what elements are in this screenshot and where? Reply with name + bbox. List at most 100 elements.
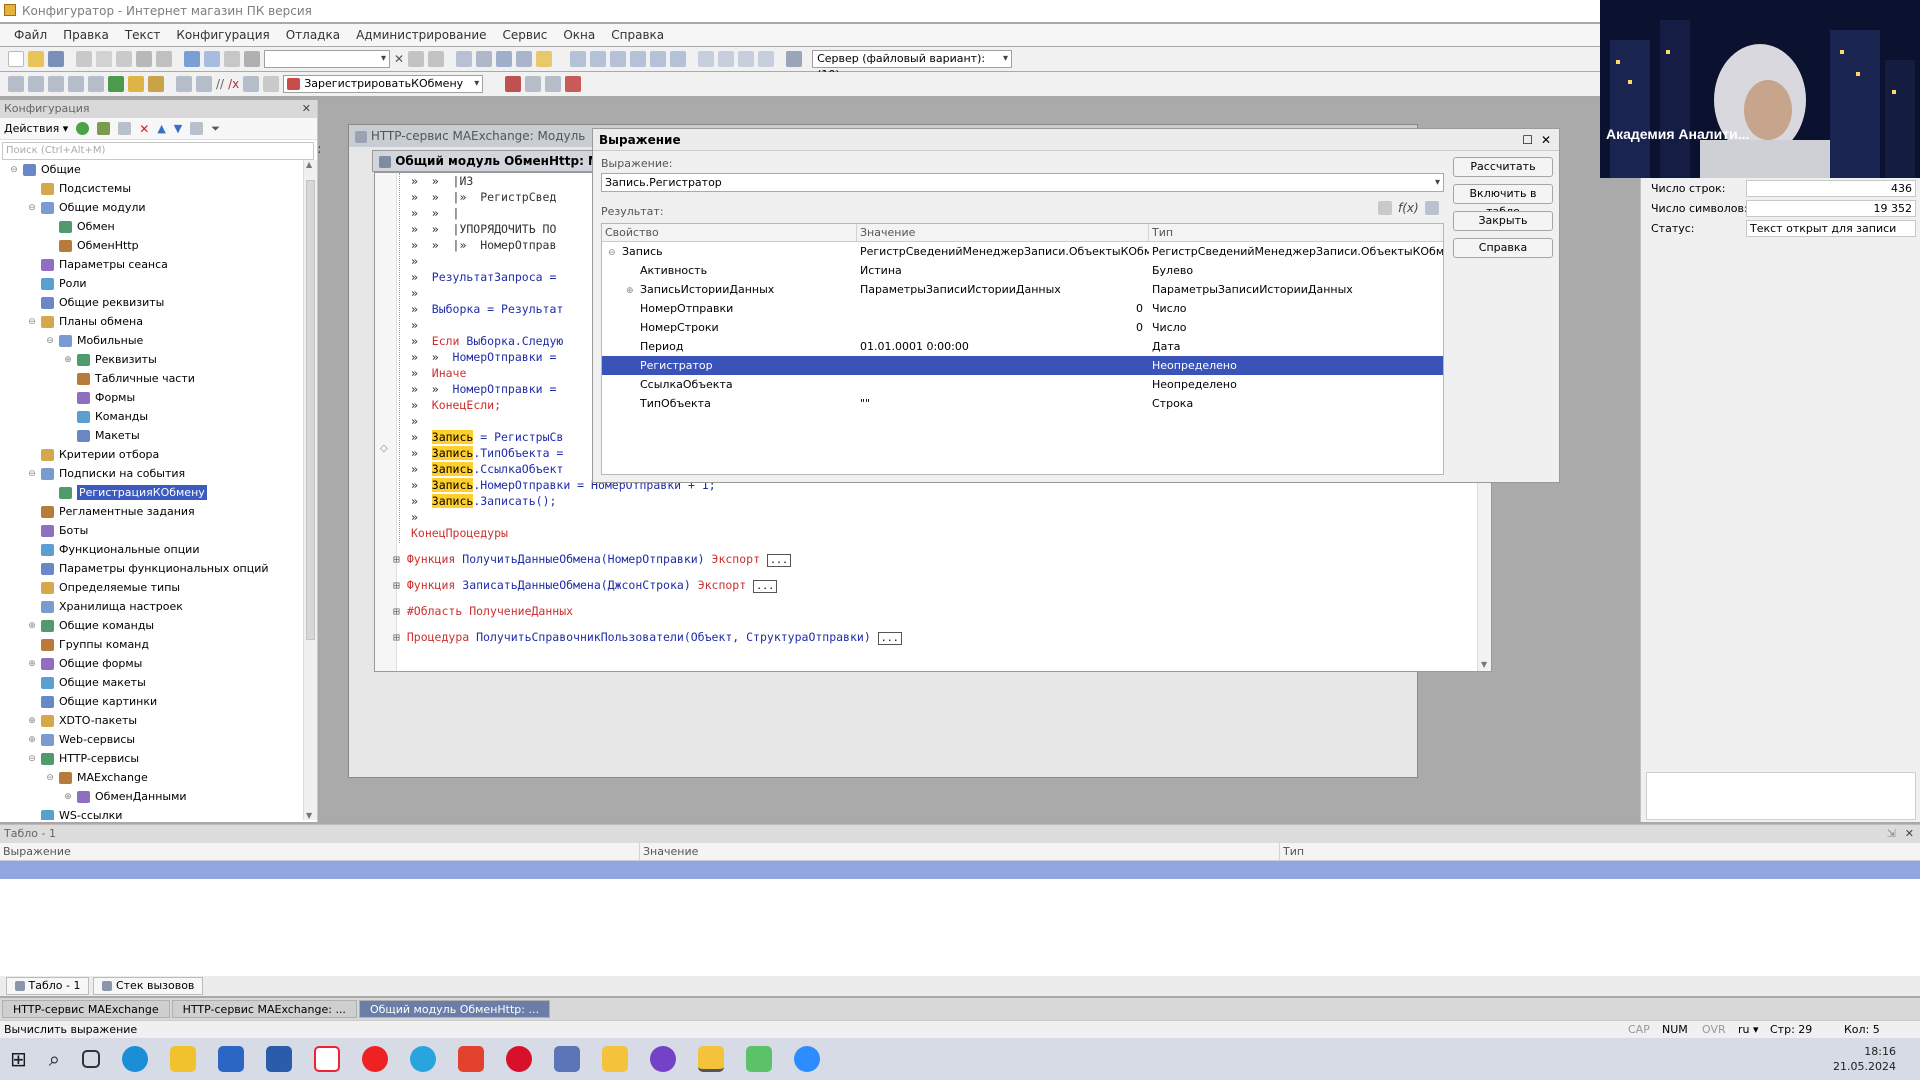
debug-start-icon[interactable] [570, 51, 587, 67]
dialog-close-icon[interactable]: ✕ [1541, 129, 1551, 151]
collapse-icon[interactable]: ⊖ [44, 335, 56, 347]
edit-icon[interactable] [97, 122, 111, 135]
result-row[interactable]: ⊕ ЗаписьИсторииДанных ПараметрыЗаписиИстор… [602, 280, 1443, 299]
folded-block-marker[interactable]: ... [753, 580, 778, 593]
opera-icon[interactable] [505, 1046, 532, 1072]
tree-item[interactable]: Роли [0, 274, 300, 293]
menu-item-3[interactable]: Конфигурация [176, 28, 269, 42]
tree-item[interactable]: ⊖ Мобильные [0, 331, 300, 350]
tree-item[interactable]: Команды [0, 407, 300, 426]
cut-icon[interactable] [76, 51, 92, 67]
column-value[interactable]: Значение [857, 224, 1149, 241]
expand-icon[interactable]: ⊕ [26, 734, 38, 746]
code-line[interactable]: КонецПроцедуры [411, 525, 716, 541]
tree-item[interactable]: ⊕ Общие формы [0, 654, 300, 673]
tablo-row[interactable] [0, 861, 1920, 879]
mail-icon[interactable] [265, 1046, 292, 1072]
tree-scrollbar[interactable]: ▲ ▼ [303, 160, 317, 820]
info-icon[interactable] [536, 51, 553, 67]
windows-start-icon[interactable]: ⊞ [10, 1047, 27, 1071]
tree-item[interactable]: Табличные части [0, 369, 300, 388]
tree-item[interactable]: Общие макеты [0, 673, 300, 692]
result-row[interactable]: СсылкаОбъекта Неопределено [602, 375, 1443, 394]
expand-icon[interactable]: ⊕ [62, 354, 74, 366]
server-combo[interactable]: Сервер (файловый вариант): (10) [812, 50, 1013, 81]
redo-icon[interactable] [204, 51, 220, 67]
tree-item[interactable]: ⊕ Реквизиты [0, 350, 300, 369]
result-row[interactable]: ⊖ Запись РегистрСведенийМенеджерЗаписи.Объ… [602, 242, 1443, 261]
tree-item[interactable]: ⊖ MAExchange [0, 768, 300, 787]
function-icon[interactable]: f(x) [1398, 201, 1419, 215]
tablo-column-type[interactable]: Тип [1280, 843, 1920, 860]
discord-icon[interactable] [649, 1046, 676, 1072]
panel-icon[interactable] [698, 51, 715, 67]
window-tab-common-module[interactable]: Общий модуль ОбменHttp: ... [358, 1000, 550, 1018]
expand-icon[interactable]: ⊕ [62, 791, 74, 803]
config-search-input[interactable]: Поиск (Ctrl+Alt+M) ✕ [2, 142, 327, 160]
table-icon[interactable] [68, 76, 84, 92]
close-icon[interactable]: ✕ [302, 100, 311, 118]
comment-icon[interactable]: // [216, 77, 224, 91]
tree-item[interactable]: ⊖ Планы обмена [0, 312, 300, 331]
module-icon[interactable] [496, 51, 513, 67]
code-folded-block[interactable]: ⊞ Функция ПолучитьДанныеОбмена(НомерОтпр… [393, 551, 902, 577]
clear-icon[interactable]: ✕ [394, 52, 404, 66]
add-to-tablo-button[interactable]: Включить в табло [1453, 184, 1553, 218]
collapse-icon[interactable]: ⊖ [26, 316, 38, 328]
tab-tablo[interactable]: Табло - 1 [6, 977, 90, 995]
tablo-column-expression[interactable]: Выражение [0, 843, 640, 860]
maximize-icon[interactable]: ☐ [1522, 129, 1533, 151]
result-row[interactable]: ТипОбъекта "" Строка [602, 394, 1443, 413]
code-functions[interactable]: ⊞ Функция ПолучитьДанныеОбмена(НомерОтпр… [393, 551, 902, 655]
list-icon[interactable] [8, 76, 24, 92]
code-line[interactable]: » [411, 509, 716, 525]
tree-item[interactable]: Параметры сеанса [0, 255, 300, 274]
breakpoint-icon[interactable] [243, 76, 260, 92]
result-row[interactable]: Период 01.01.0001 0:00:00 Дата [602, 337, 1443, 356]
telegram-icon[interactable] [409, 1046, 436, 1072]
tablo-close-icon[interactable]: ✕ [1905, 825, 1914, 843]
save-icon[interactable] [48, 51, 64, 67]
undo-icon[interactable] [184, 51, 200, 67]
taskbar-clock[interactable]: 18:16 21.05.2024 [1833, 1044, 1896, 1074]
move-icon[interactable] [88, 76, 104, 92]
tree-item[interactable]: Подсистемы [0, 179, 300, 198]
settings-icon[interactable] [786, 51, 803, 67]
search-combo[interactable] [264, 50, 390, 68]
bookmark-icon[interactable] [525, 76, 542, 92]
expand-icon[interactable]: ⊕ [26, 658, 38, 670]
zoom-icon[interactable] [244, 51, 260, 67]
result-copy-icon[interactable] [1378, 201, 1392, 215]
tree-item[interactable]: ⊕ Web-сервисы [0, 730, 300, 749]
column-property[interactable]: Свойство [602, 224, 857, 241]
menu-item-0[interactable]: Файл [14, 28, 47, 42]
bookmark-clear-icon[interactable] [565, 76, 582, 92]
filter-icon[interactable]: ⏷ [211, 122, 220, 136]
procedures-icon[interactable] [176, 76, 192, 92]
procedure-combo[interactable]: ЗарегистрироватьКОбмену [283, 75, 484, 93]
collapse-region-icon[interactable]: ⊞ [393, 604, 407, 618]
task-view-icon[interactable] [81, 1050, 100, 1068]
folded-block-marker[interactable]: ... [877, 632, 902, 645]
collapse-icon[interactable]: ⊖ [26, 468, 38, 480]
tab-call-stack[interactable]: Стек вызовов [93, 977, 204, 995]
tree-item[interactable]: Критерии отбора [0, 445, 300, 464]
print-icon[interactable] [136, 51, 152, 67]
tree-item[interactable]: ⊖ Подписки на события [0, 464, 300, 483]
code-folded-block[interactable]: ⊞ Функция ЗаписатьДанныеОбмена(ДжсонСтро… [393, 577, 902, 603]
panel4-icon[interactable] [758, 51, 775, 67]
collapse-icon[interactable]: ⊖ [26, 753, 38, 765]
expand-icon[interactable]: ⊕ [626, 286, 640, 296]
paste-icon[interactable] [116, 51, 132, 67]
tree-icon[interactable] [28, 76, 44, 92]
run-icon[interactable] [148, 76, 164, 92]
menu-item-8[interactable]: Справка [611, 28, 664, 42]
collapse-icon[interactable]: ⊖ [26, 202, 38, 214]
debug-step-into-icon[interactable] [610, 51, 627, 67]
chat-icon[interactable] [745, 1046, 772, 1072]
tree-item[interactable]: ⊖ Общие [0, 160, 300, 179]
tree-item[interactable]: ⊖ HTTP-сервисы [0, 749, 300, 768]
help-button[interactable]: Справка [1453, 238, 1553, 258]
sync-icon[interactable] [108, 76, 124, 92]
sort-icon[interactable] [190, 122, 204, 135]
